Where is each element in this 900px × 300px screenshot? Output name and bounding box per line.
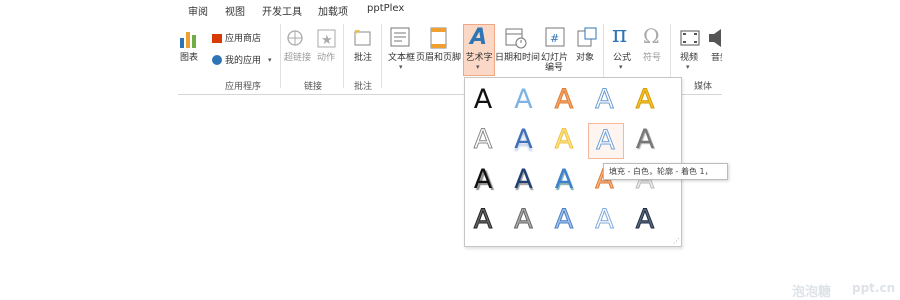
wordart-style-1[interactable]: A — [466, 83, 500, 117]
group-divider — [280, 24, 281, 88]
audio-icon — [709, 28, 722, 48]
resize-grip-icon[interactable]: ⋰ — [673, 237, 680, 245]
comment-button[interactable]: 批注 — [354, 53, 372, 63]
wordart-style-6[interactable]: A — [466, 123, 500, 157]
wordart-style-18[interactable]: A — [547, 203, 581, 237]
wordart-style-11[interactable]: A — [466, 163, 500, 197]
textbox-icon — [390, 27, 410, 47]
wordart-style-12[interactable]: A — [507, 163, 541, 197]
wordart-style-20[interactable]: A — [628, 203, 662, 237]
wordart-style-8[interactable]: A — [547, 123, 581, 157]
group-label-comments: 批注 — [354, 82, 373, 92]
equation-button[interactable]: 公式 — [613, 53, 631, 63]
wordart-style-10[interactable]: A — [628, 123, 662, 157]
watermark-text: ppt.cn — [852, 281, 896, 295]
group-divider — [343, 24, 344, 88]
wordart-style-13[interactable]: A — [547, 163, 581, 197]
action-button[interactable]: 动作 — [317, 53, 335, 63]
slide-number-button-line2: 编号 — [545, 63, 564, 73]
slide-number-button[interactable]: 幻灯片 — [541, 53, 568, 63]
tab-view[interactable]: 视图 — [225, 3, 245, 18]
wordart-style-17[interactable]: A — [507, 203, 541, 237]
wordart-style-7[interactable]: A — [507, 123, 541, 157]
chevron-down-icon[interactable]: ▾ — [619, 63, 623, 71]
group-label-apps: 应用程序 — [225, 82, 262, 92]
group-label-media: 媒体 — [694, 82, 713, 92]
slide-number-icon: # — [545, 27, 565, 47]
tab-review[interactable]: 审阅 — [188, 3, 208, 18]
tab-pptplex[interactable]: pptPlex — [367, 3, 404, 14]
group-divider — [381, 24, 382, 88]
chart-button[interactable]: 图表 — [178, 53, 200, 63]
object-button[interactable]: 对象 — [576, 53, 594, 63]
store-icon — [212, 34, 222, 43]
hyperlink-icon — [286, 29, 306, 49]
watermark-text: 泡泡糖 — [792, 285, 832, 300]
action-icon: ★ — [317, 29, 337, 49]
tooltip: 填充 - 白色，轮廓 - 着色 1， — [603, 163, 728, 180]
header-footer-icon — [430, 27, 448, 49]
my-apps-icon — [212, 55, 222, 65]
wordart-style-3[interactable]: A — [547, 83, 581, 117]
equation-icon: π — [612, 22, 628, 48]
chevron-down-icon[interactable]: ▾ — [399, 63, 403, 71]
video-button[interactable]: 视频 — [680, 53, 698, 63]
header-footer-button[interactable]: 页眉和页脚 — [416, 53, 461, 63]
wordart-style-2[interactable]: A — [507, 83, 541, 117]
audio-button[interactable]: 音频 — [711, 53, 722, 63]
comment-icon — [353, 28, 373, 48]
my-apps-button[interactable]: 我的应用 — [225, 56, 261, 66]
store-button[interactable]: 应用商店 — [225, 34, 261, 44]
datetime-button[interactable]: 日期和时间 — [495, 53, 540, 63]
symbol-icon: Ω — [643, 24, 660, 48]
wordart-style-5[interactable]: A — [628, 83, 662, 117]
wordart-style-9[interactable]: A — [587, 123, 624, 159]
symbol-button[interactable]: 符号 — [643, 53, 661, 63]
tab-addins[interactable]: 加载项 — [318, 3, 348, 18]
wordart-style-16[interactable]: A — [466, 203, 500, 237]
textbox-button[interactable]: 文本框 — [388, 53, 415, 63]
chevron-down-icon: ▾ — [476, 63, 480, 71]
chevron-down-icon[interactable]: ▾ — [268, 56, 272, 64]
chart-icon — [179, 30, 199, 48]
object-icon — [577, 27, 597, 47]
hyperlink-button[interactable]: 超链接 — [284, 53, 311, 63]
wordart-style-4[interactable]: A — [588, 83, 622, 117]
svg-text:★: ★ — [321, 33, 333, 48]
chevron-down-icon[interactable]: ▾ — [686, 63, 690, 71]
wordart-icon: A — [470, 25, 488, 50]
datetime-icon — [505, 27, 527, 49]
svg-text:#: # — [550, 32, 559, 45]
tab-developer[interactable]: 开发工具 — [262, 3, 302, 18]
group-label-links: 链接 — [304, 82, 323, 92]
wordart-label: 艺术字 — [465, 53, 493, 63]
wordart-style-19[interactable]: A — [588, 203, 622, 237]
video-icon — [680, 29, 700, 47]
